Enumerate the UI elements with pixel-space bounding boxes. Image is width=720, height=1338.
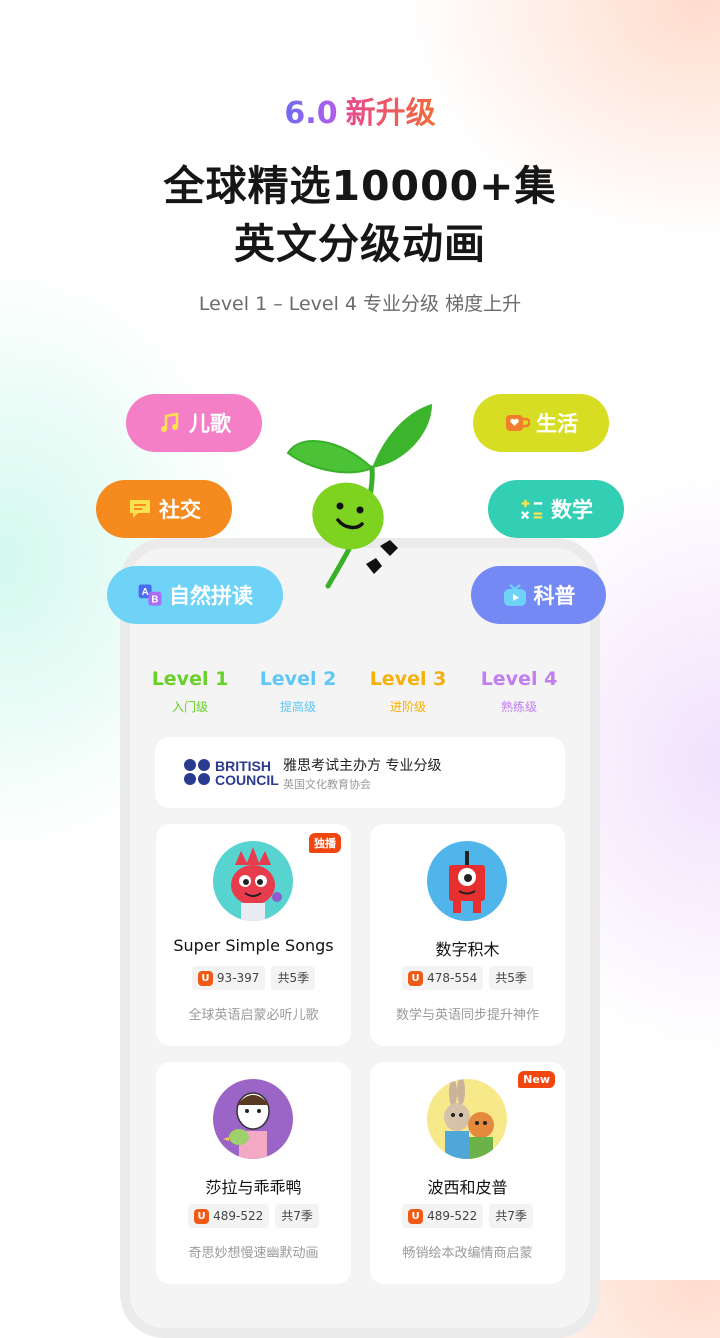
cup-heart-icon [504,410,530,436]
math-symbols-icon [519,496,545,522]
level-name: Level 2 [259,668,337,690]
category-label-life: 生活 [536,412,578,436]
level-range: 93-397 [216,971,260,985]
series-avatar [213,841,293,921]
level-tab-1[interactable]: Level 1 入门级 [135,668,245,715]
music-note-icon [157,410,183,436]
category-pill-science[interactable]: 科普 [471,566,606,624]
series-desc: 数学与英语同步提升神作 [395,1008,539,1023]
sprout-mascot-icon [286,404,432,589]
series-avatar [427,841,507,921]
seasons-tag: 共7季 [489,1204,533,1228]
level-range-tag: U 489-522 [188,1204,270,1228]
series-title: 数字积木 [435,940,500,959]
bc-logo-line1: BRITISH [215,758,271,774]
exclusive-badge: 独播 [309,833,341,853]
seasons-tag: 共7季 [275,1204,319,1228]
category-pill-songs[interactable]: 儿歌 [126,394,262,452]
u-level-icon: U [194,1208,210,1224]
subtitle: Level 1 – Level 4 专业分级 梯度上升 [198,293,522,315]
level-name: Level 4 [480,668,558,690]
level-range: 489-522 [213,1209,264,1223]
version-label: 新升级 [345,96,436,131]
category-label-social: 社交 [159,498,201,522]
series-avatar [213,1079,293,1159]
series-title: 莎拉与乖乖鸭 [205,1178,302,1197]
level-range-tag: U 93-397 [191,966,266,990]
seasons-tag: 共5季 [271,966,316,990]
level-name: Level 3 [369,668,447,690]
version-banner: 6.0 新升级 [0,88,720,132]
u-level-icon: U [408,970,424,986]
u-level-icon: U [197,970,213,986]
british-council-banner: BRITISH COUNCIL 雅思考试主办方 专业分级 英国文化教育协会 [155,737,565,808]
svg-text:B: B [151,594,158,605]
level-range: 478-554 [427,971,478,985]
bc-logo-line2: COUNCIL [215,772,279,788]
category-label-songs: 儿歌 [189,412,231,436]
level-range: 489-522 [427,1209,478,1223]
series-card[interactable]: 独播 Super Simple Songs U 93-397 共5季 全球英语启蒙… [156,824,351,1046]
headline-line-2: 英文分级动画 [234,220,486,268]
category-label-phonics: 自然拼读 [169,584,253,608]
chat-bubble-icon [127,496,153,522]
series-avatar [427,1079,507,1159]
level-sub: 提高级 [279,700,316,714]
tv-play-icon [502,582,528,608]
seasons-tag: 共5季 [489,966,533,990]
level-tab-2[interactable]: Level 2 提高级 [243,668,353,715]
category-pill-life[interactable]: 生活 [473,394,609,452]
level-tab-4[interactable]: Level 4 熟练级 [464,668,574,715]
level-tabs: Level 1 入门级 Level 2 提高级 Level 3 进阶级 Leve… [130,668,590,718]
category-pill-social[interactable]: 社交 [96,480,232,538]
series-card[interactable]: New 波西和皮普 U 489-522 共7季 畅销绘本改编情商启蒙 [370,1062,565,1284]
series-tags: U 478-554 共5季 [370,966,565,990]
series-desc: 畅销绘本改编情商启蒙 [402,1246,533,1261]
series-tags: U 489-522 共7季 [156,1204,351,1228]
category-pill-math[interactable]: 数学 [488,480,624,538]
level-tab-3[interactable]: Level 3 进阶级 [353,668,463,715]
level-sub: 入门级 [171,700,208,714]
bc-main-text: 雅思考试主办方 专业分级 [283,758,442,774]
series-tags: U 489-522 共7季 [370,1204,565,1228]
level-sub: 进阶级 [389,700,426,714]
version-number: 6.0 [284,96,338,131]
series-title: Super Simple Songs [173,936,334,955]
bc-sub-text: 英国文化教育协会 [283,778,371,791]
series-tags: U 93-397 共5季 [156,966,351,990]
ab-letters-icon: AB [137,582,163,608]
category-label-science: 科普 [533,584,576,608]
svg-text:A: A [142,587,149,598]
level-range-tag: U 489-522 [402,1204,484,1228]
category-pill-phonics[interactable]: AB 自然拼读 [107,566,283,624]
level-range-tag: U 478-554 [402,966,484,990]
u-level-icon: U [408,1208,424,1224]
series-desc: 奇思妙想慢速幽默动画 [188,1246,319,1261]
series-card[interactable]: 莎拉与乖乖鸭 U 489-522 共7季 奇思妙想慢速幽默动画 [156,1062,351,1284]
series-card[interactable]: 数字积木 U 478-554 共5季 数学与英语同步提升神作 [370,824,565,1046]
category-label-math: 数学 [551,498,593,522]
level-name: Level 1 [151,668,229,690]
headline-line-1: 全球精选10000+集 [163,162,557,210]
new-badge: New [518,1071,555,1088]
series-title: 波西和皮普 [427,1178,508,1197]
level-sub: 熟练级 [500,700,537,714]
series-desc: 全球英语启蒙必听儿歌 [188,1008,319,1023]
